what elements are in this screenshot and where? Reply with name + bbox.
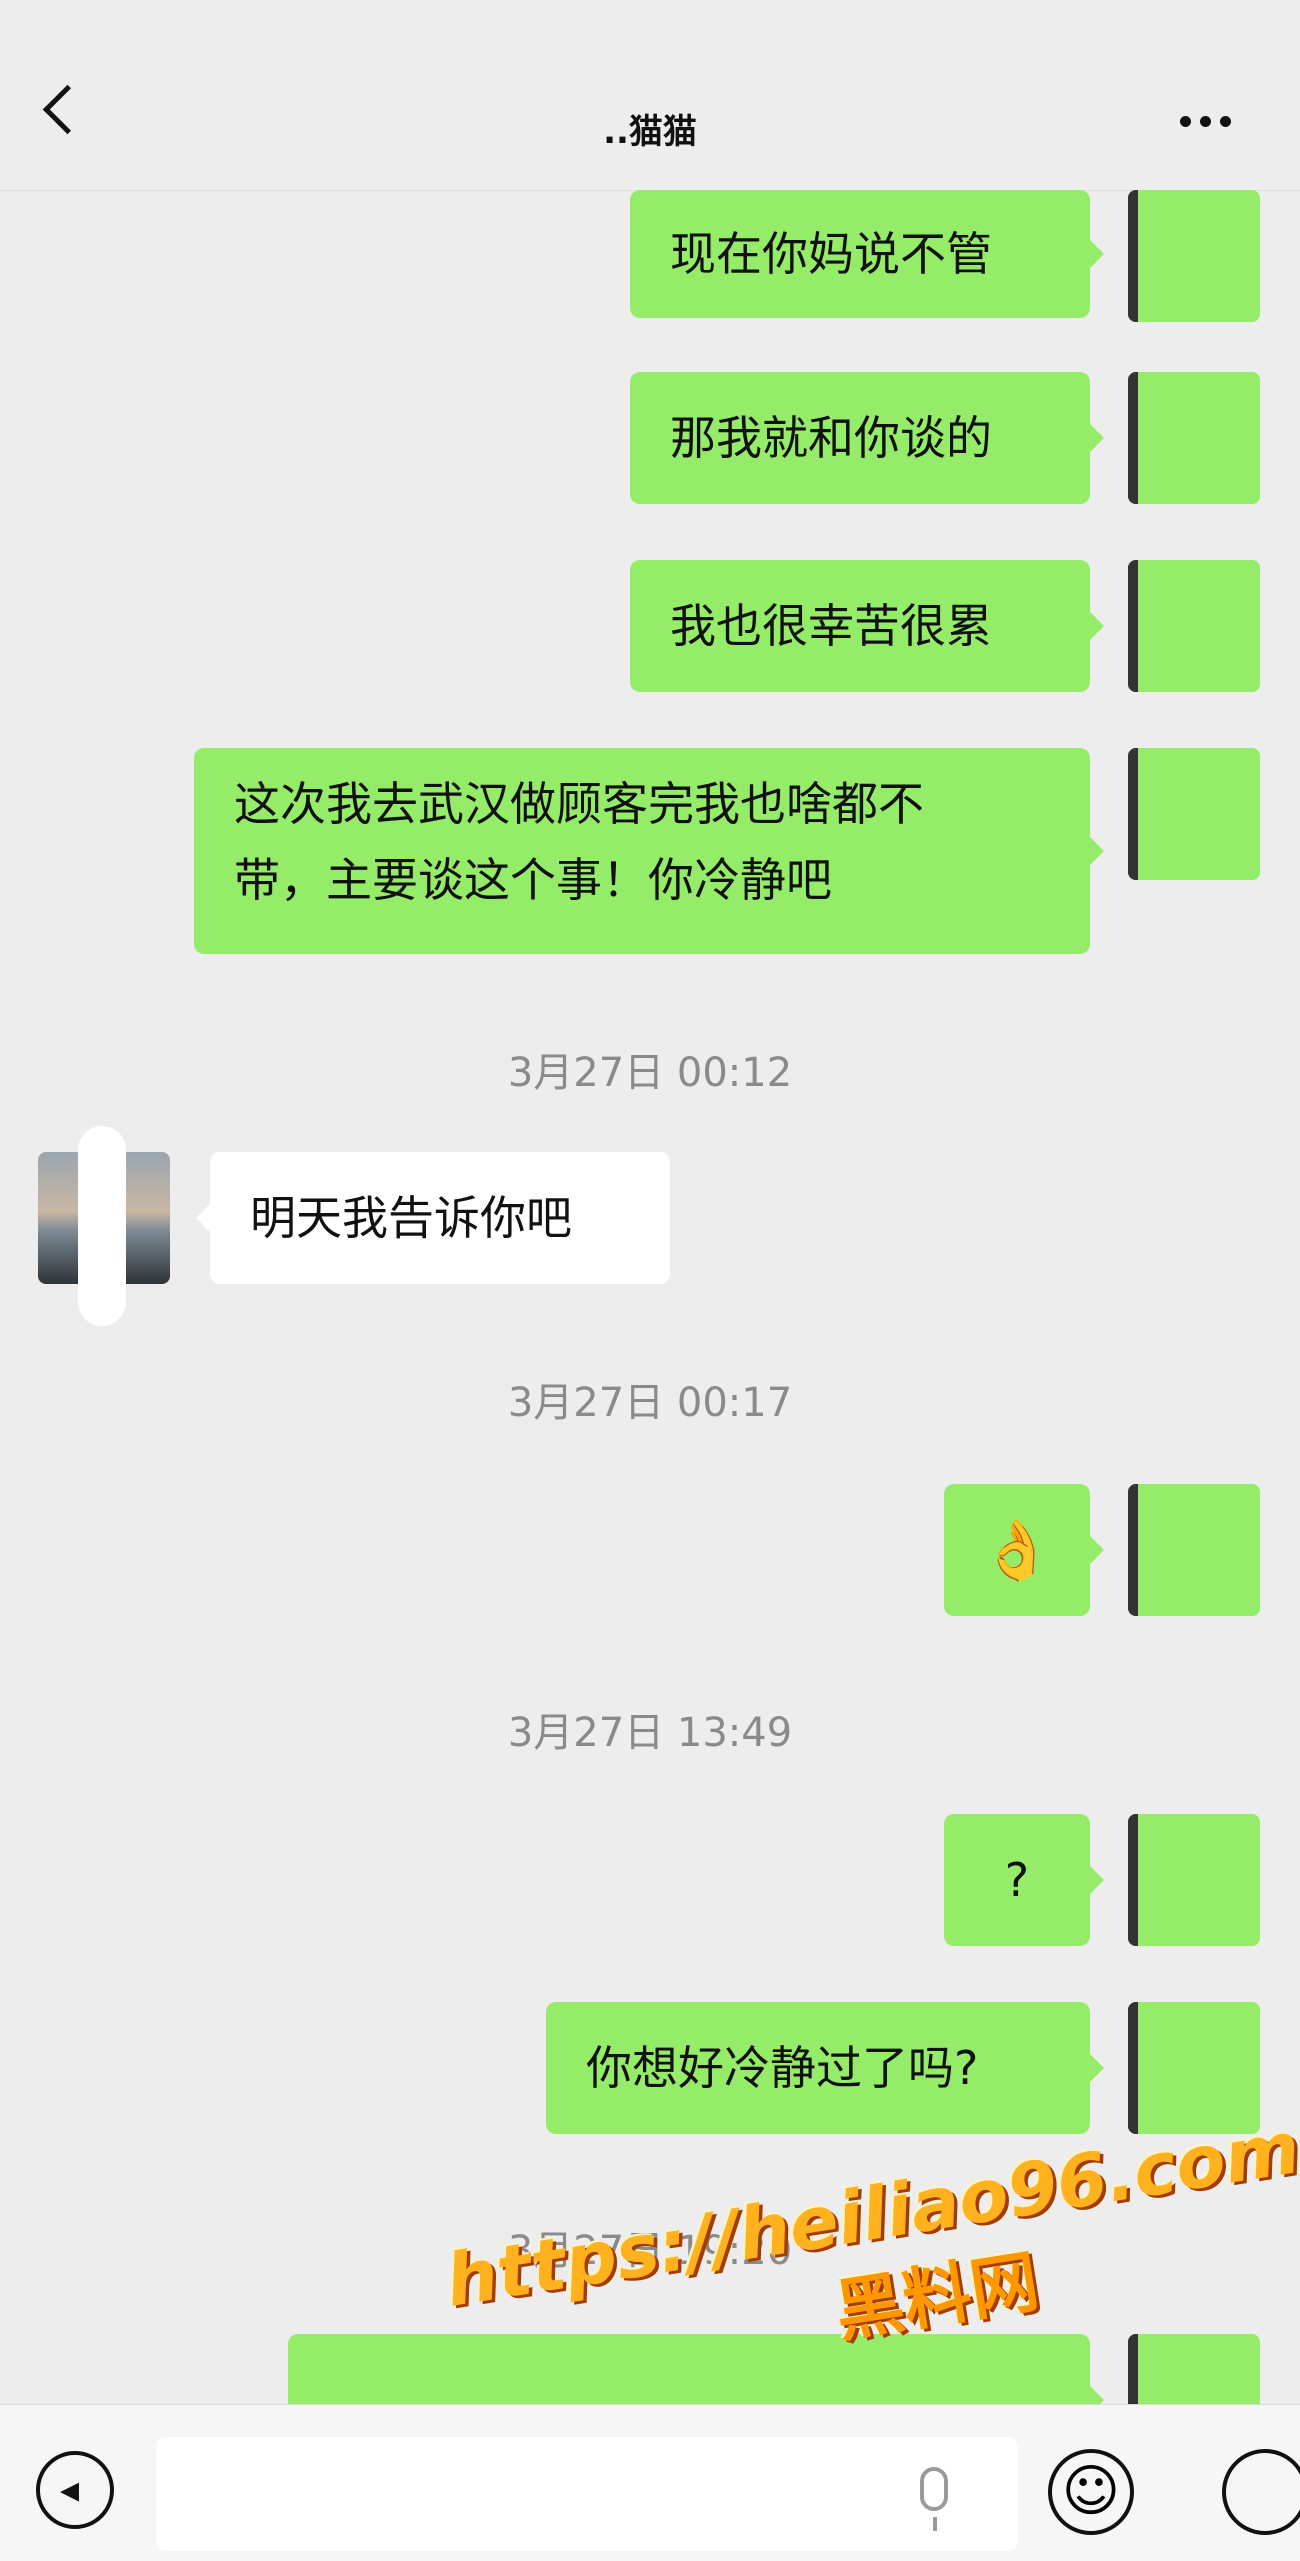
my-avatar[interactable]: [1128, 748, 1260, 880]
message-bubble[interactable]: 明天我告诉你吧: [196, 1152, 670, 1284]
my-avatar[interactable]: [1128, 1484, 1260, 1616]
my-avatar[interactable]: [1128, 372, 1260, 504]
message-bubble[interactable]: 那我就和你谈的: [630, 372, 1104, 504]
message-bubble[interactable]: 👌: [944, 1484, 1104, 1616]
my-avatar[interactable]: [1128, 560, 1260, 692]
microphone-icon[interactable]: [920, 2467, 948, 2531]
timestamp: 3月27日 00:17: [507, 1380, 793, 1426]
timestamp: 3月27日 00:12: [507, 1050, 793, 1096]
message-text: 我也很幸苦很累: [670, 599, 992, 653]
message-text-line: 这次我去武汉做顾客完我也啥都不: [234, 777, 924, 831]
redaction-mark: [78, 1126, 126, 1326]
chat-header: ..猫猫: [0, 0, 1300, 191]
message-text: 明天我告诉你吧: [250, 1191, 572, 1245]
message-text: 你想好冷静过了吗?: [586, 2041, 979, 2095]
message-input[interactable]: [156, 2437, 1018, 2551]
message-text: 那我就和你谈的: [670, 411, 992, 465]
voice-icon[interactable]: [36, 2451, 114, 2529]
message-text: 现在你妈说不管: [670, 227, 992, 281]
my-avatar[interactable]: [1128, 1814, 1260, 1946]
more-dots-icon[interactable]: [1180, 112, 1240, 131]
my-avatar[interactable]: [1128, 190, 1260, 322]
message-text-line: 带，主要谈这个事！你冷静吧: [234, 853, 832, 907]
message-bubble[interactable]: 这次我去武汉做顾客完我也啥都不 带，主要谈这个事！你冷静吧: [194, 748, 1104, 954]
message-bubble[interactable]: 你想好冷静过了吗?: [546, 2002, 1104, 2134]
chat-title: ..猫猫: [603, 112, 697, 152]
message-text: ?: [1004, 1853, 1030, 1907]
timestamp: 3月27日 13:49: [507, 1710, 793, 1756]
emoji-icon[interactable]: ☺: [1048, 2449, 1134, 2535]
message-bubble[interactable]: 现在你妈说不管: [630, 190, 1104, 318]
message-bubble[interactable]: 我也很幸苦很累: [630, 560, 1104, 692]
plus-icon[interactable]: [1222, 2449, 1300, 2535]
ok-hand-emoji: 👌: [980, 1516, 1054, 1584]
message-bubble[interactable]: ?: [944, 1814, 1104, 1946]
input-bar: ☺: [0, 2404, 1300, 2561]
